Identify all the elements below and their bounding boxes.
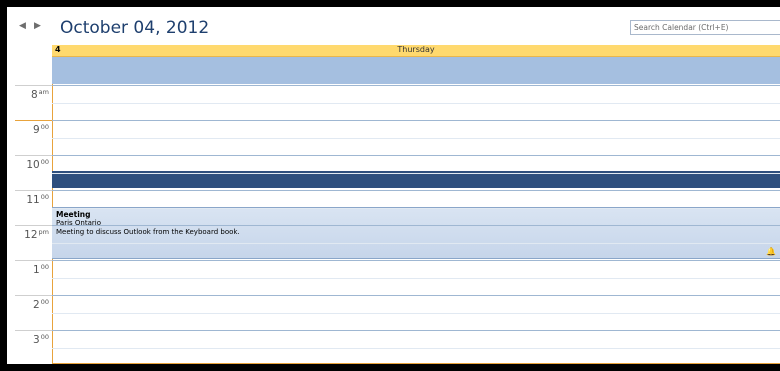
- time-label-suffix: 00: [40, 193, 49, 201]
- bottom-border: [52, 363, 780, 364]
- all-day-area[interactable]: [52, 57, 780, 84]
- time-label-hour: 2: [33, 299, 40, 311]
- hour-line: [52, 330, 780, 331]
- day-name: Thursday: [397, 45, 435, 54]
- day-header[interactable]: 4 Thursday: [52, 45, 780, 57]
- reminder-bell-icon: 🔔: [766, 247, 776, 256]
- gutter-hour-line: [15, 85, 52, 86]
- appointment-meeting[interactable]: Meeting Paris Ontario Meeting to discuss…: [52, 207, 780, 259]
- current-time-marker: [15, 120, 52, 121]
- time-label-suffix: 00: [40, 158, 49, 166]
- forward-arrow-icon[interactable]: ▶: [34, 21, 41, 31]
- back-arrow-icon[interactable]: ◀: [19, 21, 26, 31]
- time-label-hour: 8: [30, 89, 38, 101]
- time-label: 1100: [7, 193, 49, 206]
- time-label: 900: [7, 123, 49, 136]
- time-label: 8am: [7, 88, 49, 101]
- half-hour-line: [52, 278, 780, 279]
- gutter-hour-line: [15, 295, 52, 296]
- time-label-hour: 1: [33, 264, 40, 276]
- time-label: 200: [7, 298, 49, 311]
- gutter-hour-line: [15, 330, 52, 331]
- time-label-suffix: 00: [40, 333, 49, 341]
- time-label: 300: [7, 333, 49, 346]
- time-label: 100: [7, 263, 49, 276]
- appointment-subject: Meeting: [56, 210, 91, 219]
- time-label-suffix: 00: [40, 263, 49, 271]
- time-label-hour: 3: [33, 334, 40, 346]
- time-label: 12pm: [7, 228, 49, 241]
- hour-line: [52, 120, 780, 121]
- half-hour-line: [52, 313, 780, 314]
- half-hour-line: [52, 138, 780, 139]
- half-hour-line: [52, 243, 780, 244]
- date-title: October 04, 2012: [60, 18, 210, 38]
- hour-line: [52, 295, 780, 296]
- search-calendar-input[interactable]: Search Calendar (Ctrl+E): [630, 20, 780, 35]
- hour-line: [52, 260, 780, 261]
- gutter-hour-line: [15, 155, 52, 156]
- half-hour-line: [52, 103, 780, 104]
- hour-line: [52, 190, 780, 191]
- time-label-hour: 9: [33, 124, 40, 136]
- appointment-notes: Meeting to discuss Outlook from the Keyb…: [56, 228, 240, 236]
- time-label-hour: 11: [26, 194, 40, 206]
- half-hour-line: [52, 348, 780, 349]
- hour-line: [52, 225, 780, 226]
- gutter-hour-line: [15, 260, 52, 261]
- time-label-suffix: am: [38, 88, 49, 96]
- time-label-suffix: 00: [40, 298, 49, 306]
- gutter-hour-line: [15, 225, 52, 226]
- half-hour-line: [52, 173, 780, 174]
- time-label-hour: 10: [26, 159, 40, 171]
- hour-line: [52, 85, 780, 86]
- calendar-toolbar: ◀ ▶ October 04, 2012 Search Calendar (Ct…: [7, 7, 780, 44]
- time-label-hour: 12: [24, 229, 38, 241]
- calendar-window: ◀ ▶ October 04, 2012 Search Calendar (Ct…: [7, 7, 780, 364]
- half-hour-line: [52, 208, 780, 209]
- hour-line: [52, 155, 780, 156]
- gutter-hour-line: [15, 190, 52, 191]
- time-label-suffix: pm: [38, 228, 49, 236]
- time-label-suffix: 00: [40, 123, 49, 131]
- time-label: 1000: [7, 158, 49, 171]
